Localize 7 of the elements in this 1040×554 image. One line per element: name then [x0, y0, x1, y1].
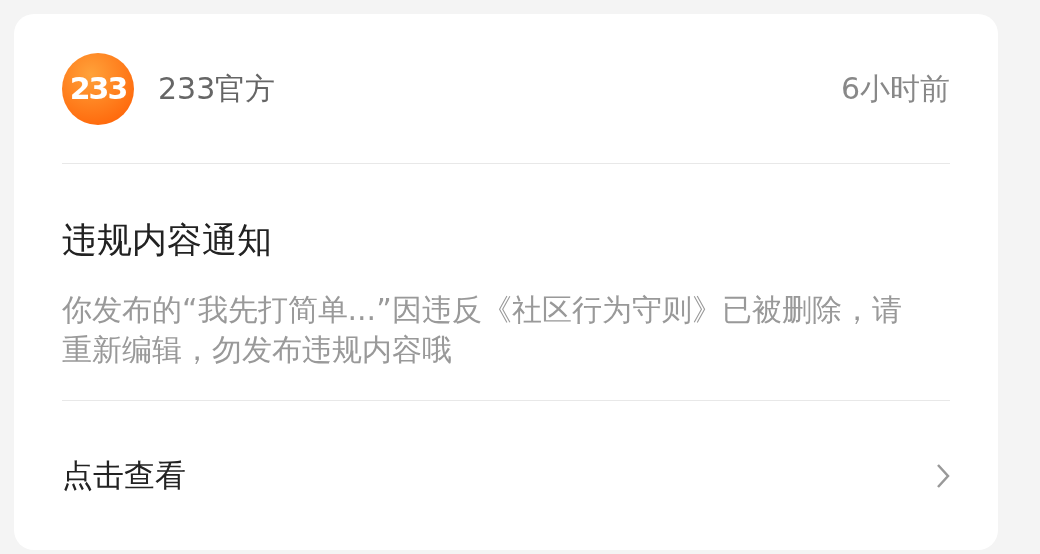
notice-title: 违规内容通知: [62, 219, 273, 262]
notice-body: 你发布的“我先打简单...”因违反《社区行为守则》已被删除，请重新编辑，勿发布违规内容哦: [62, 291, 903, 369]
logo-icon: 233: [62, 52, 134, 125]
sender-name: 233官方: [158, 70, 276, 108]
chevron-right-icon: [936, 462, 950, 489]
view-link[interactable]: 点击查看: [62, 401, 950, 550]
timestamp: 6小时前: [840, 70, 950, 108]
